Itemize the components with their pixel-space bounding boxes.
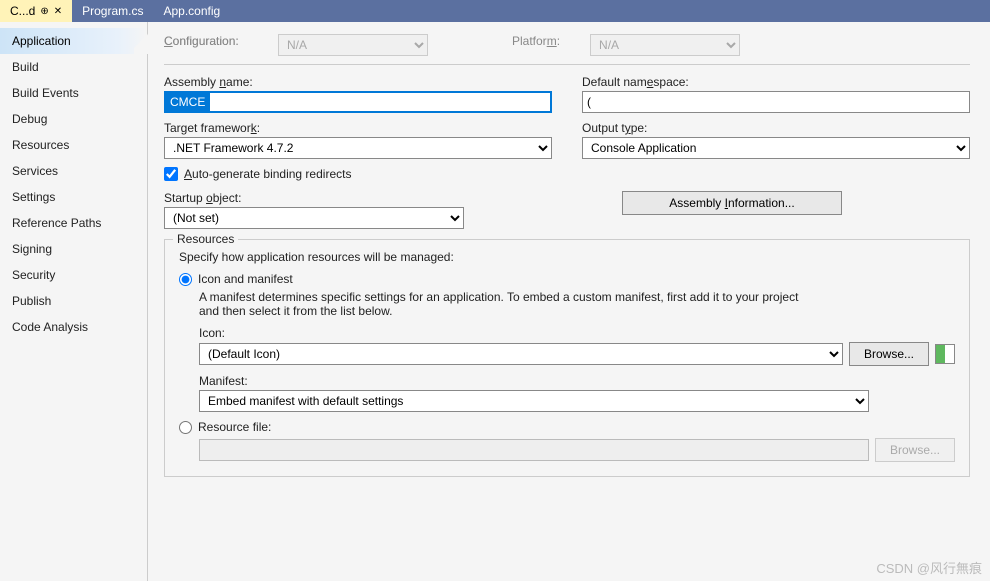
tab-appconfig[interactable]: App.config (153, 0, 230, 22)
tab-strip: C...d ⊕ ✕ Program.cs App.config (0, 0, 990, 22)
assembly-name-label: Assembly name: (164, 75, 552, 89)
icon-manifest-label: Icon and manifest (198, 272, 293, 286)
resource-file-radio[interactable] (179, 421, 192, 434)
output-type-label: Output type: (582, 121, 970, 135)
tab-program[interactable]: Program.cs (72, 0, 153, 22)
manifest-label: Manifest: (199, 374, 955, 388)
close-icon[interactable]: ✕ (54, 6, 62, 17)
icon-label: Icon: (199, 326, 955, 340)
default-namespace-input[interactable] (582, 91, 970, 113)
sidebar-item-signing[interactable]: Signing (0, 236, 147, 262)
resources-legend: Resources (173, 232, 238, 246)
icon-browse-button[interactable]: Browse... (849, 342, 929, 366)
assembly-name-input[interactable] (164, 91, 552, 113)
auto-generate-checkbox[interactable] (164, 167, 178, 181)
sidebar-item-build-events[interactable]: Build Events (0, 80, 147, 106)
resources-desc: Specify how application resources will b… (179, 250, 955, 264)
icon-preview (935, 344, 955, 364)
sidebar-item-application[interactable]: Application (0, 28, 147, 54)
resource-file-input (199, 439, 869, 461)
default-namespace-label: Default namespace: (582, 75, 970, 89)
target-framework-label: Target framework: (164, 121, 552, 135)
manifest-select[interactable]: Embed manifest with default settings (199, 390, 869, 412)
resource-file-label: Resource file: (198, 420, 271, 434)
target-framework-select[interactable]: .NET Framework 4.7.2 (164, 137, 552, 159)
sidebar-item-reference-paths[interactable]: Reference Paths (0, 210, 147, 236)
resource-file-browse-button: Browse... (875, 438, 955, 462)
sidebar-item-debug[interactable]: Debug (0, 106, 147, 132)
tab-project[interactable]: C...d ⊕ ✕ (0, 0, 72, 22)
sidebar-item-code-analysis[interactable]: Code Analysis (0, 314, 147, 340)
icon-manifest-radio[interactable] (179, 273, 192, 286)
platform-select: N/A (590, 34, 740, 56)
platform-label: Platform: (512, 34, 560, 48)
output-type-select[interactable]: Console Application (582, 137, 970, 159)
sidebar-item-publish[interactable]: Publish (0, 288, 147, 314)
sidebar-item-services[interactable]: Services (0, 158, 147, 184)
assembly-information-button[interactable]: Assembly Information... (622, 191, 842, 215)
configuration-label2: Configuration: (164, 34, 248, 48)
auto-generate-label: Auto-generate binding redirects (184, 167, 351, 181)
icon-manifest-desc: A manifest determines specific settings … (199, 290, 819, 318)
startup-object-select[interactable]: (Not set) (164, 207, 464, 229)
tab-label: C...d (10, 4, 35, 18)
startup-object-label: Startup object: (164, 191, 464, 205)
icon-select[interactable]: (Default Icon) (199, 343, 843, 365)
sidebar-item-settings[interactable]: Settings (0, 184, 147, 210)
configuration-select: N/A (278, 34, 428, 56)
sidebar: Application Build Build Events Debug Res… (0, 22, 148, 581)
sidebar-item-build[interactable]: Build (0, 54, 147, 80)
pin-icon[interactable]: ⊕ (40, 6, 48, 17)
resources-group: Resources Specify how application resour… (164, 239, 970, 477)
main-panel: Configuration: Configuration: N/A Platfo… (148, 22, 990, 581)
watermark: CSDN @风行無痕 (876, 558, 982, 577)
sidebar-item-security[interactable]: Security (0, 262, 147, 288)
sidebar-item-resources[interactable]: Resources (0, 132, 147, 158)
